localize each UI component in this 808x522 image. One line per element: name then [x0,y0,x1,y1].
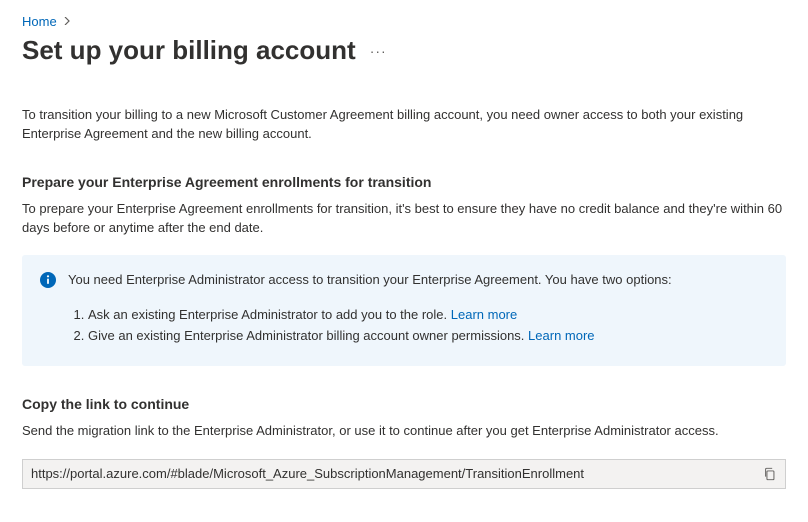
info-lead: You need Enterprise Administrator access… [68,271,768,290]
prepare-body: To prepare your Enterprise Agreement enr… [22,200,786,238]
info-icon [40,271,56,348]
url-field [22,459,786,489]
info-item-1: Ask an existing Enterprise Administrator… [88,306,768,325]
copy-heading: Copy the link to continue [22,396,786,412]
chevron-right-icon [63,16,71,28]
copy-desc: Send the migration link to the Enterpris… [22,422,786,441]
copy-button[interactable] [755,460,785,488]
info-item-2: Give an existing Enterprise Administrato… [88,327,768,346]
info-item-1-text: Ask an existing Enterprise Administrator… [88,307,447,322]
info-item-2-link[interactable]: Learn more [528,328,594,343]
info-item-2-text: Give an existing Enterprise Administrato… [88,328,524,343]
breadcrumb: Home [22,14,786,29]
more-actions-button[interactable]: ··· [370,43,387,59]
info-item-1-link[interactable]: Learn more [451,307,517,322]
url-input[interactable] [23,466,755,481]
breadcrumb-home-link[interactable]: Home [22,14,57,29]
page-title: Set up your billing account [22,35,356,66]
info-box: You need Enterprise Administrator access… [22,255,786,366]
copy-icon [763,467,777,481]
title-row: Set up your billing account ··· [22,35,786,66]
info-content: You need Enterprise Administrator access… [68,271,768,348]
prepare-heading: Prepare your Enterprise Agreement enroll… [22,174,786,190]
intro-text: To transition your billing to a new Micr… [22,106,786,144]
